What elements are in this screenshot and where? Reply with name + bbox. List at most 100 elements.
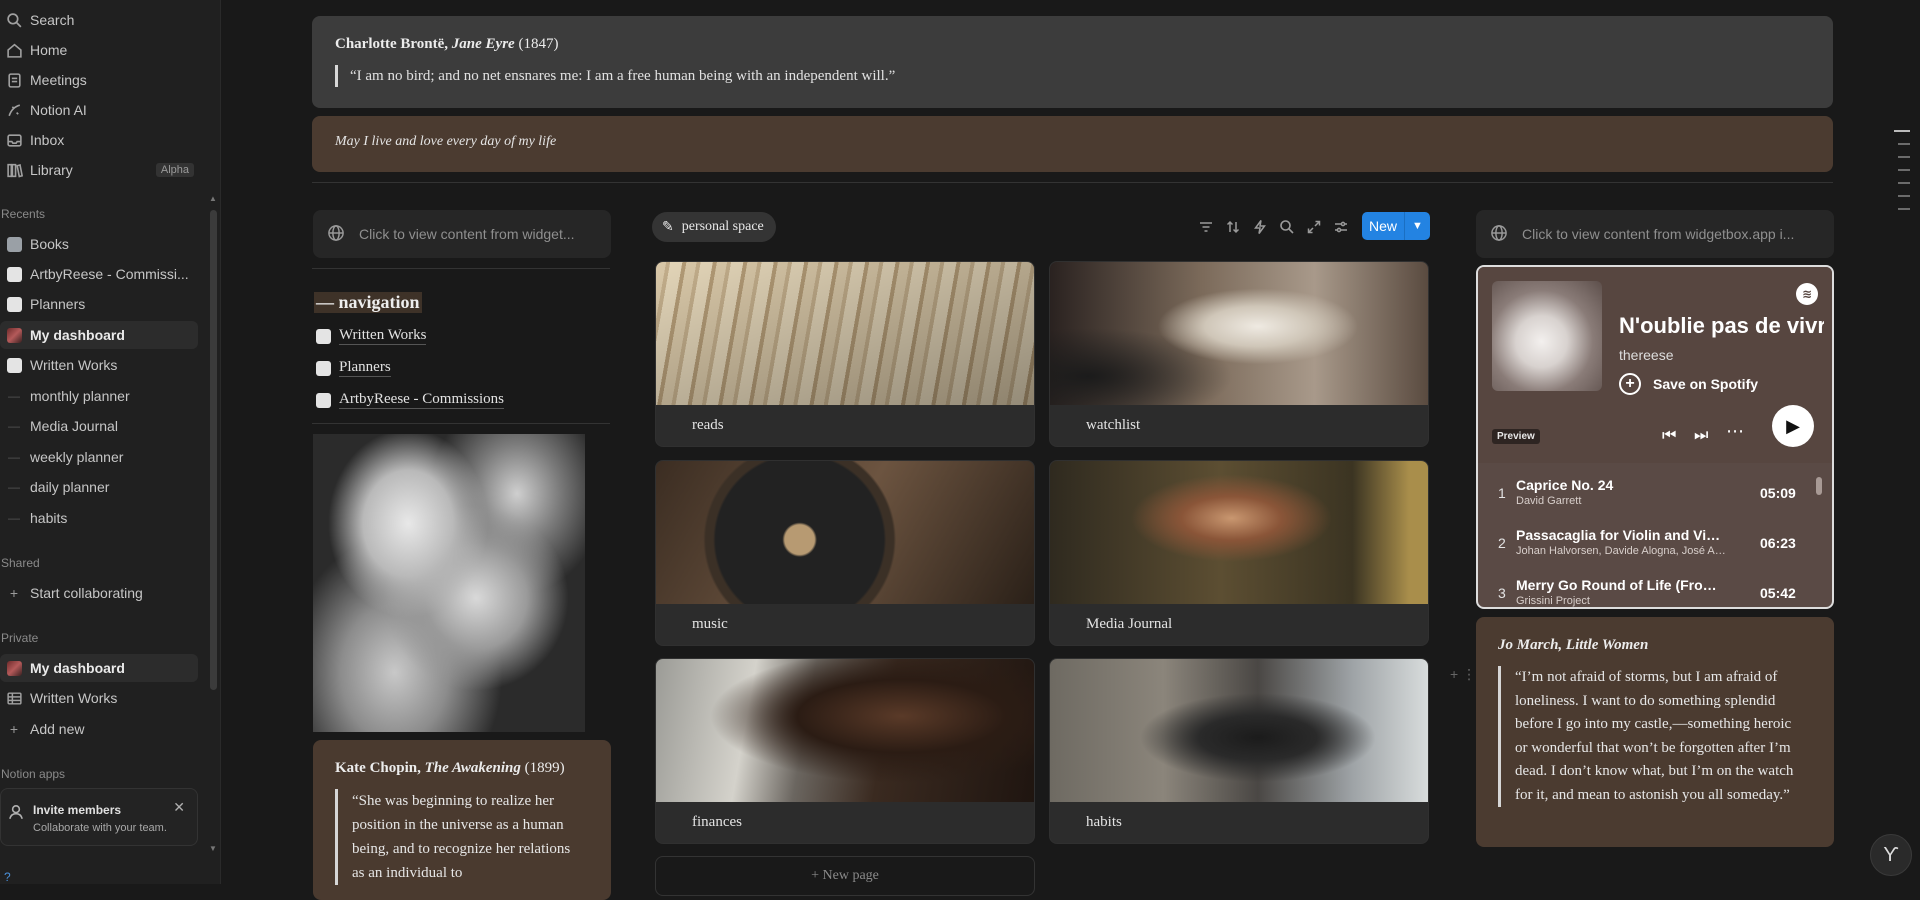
notion-ai-icon xyxy=(4,100,24,120)
widget-embed-right[interactable]: Click to view content from widgetbox.app… xyxy=(1476,210,1834,258)
meetings-icon xyxy=(4,70,24,90)
alpha-badge: Alpha xyxy=(155,163,194,177)
sidebar-item-artbyreese[interactable]: ArtbyReese - Commissi... xyxy=(0,260,198,288)
invite-members-card[interactable]: Invite members Collaborate with your tea… xyxy=(0,788,198,846)
card-cover-image xyxy=(656,262,1034,405)
sidebar-item-private-written-works[interactable]: Written Works xyxy=(0,684,198,712)
next-track-icon[interactable]: ⏭ xyxy=(1694,427,1708,445)
settings-sliders-icon[interactable] xyxy=(1332,218,1350,236)
notion-apps-heading: Notion apps xyxy=(1,767,66,781)
automation-icon[interactable] xyxy=(1251,218,1269,236)
sidebar-item-written-works[interactable]: Written Works xyxy=(0,351,198,379)
outline-marker[interactable] xyxy=(1898,195,1910,197)
nav-link-label: Written Works xyxy=(339,327,427,345)
gallery-card-habits[interactable]: habits xyxy=(1049,658,1429,844)
card-label: watchlist xyxy=(1086,417,1141,433)
gallery-card-finances[interactable]: finances xyxy=(655,658,1035,844)
save-label: Save on Spotify xyxy=(1653,376,1759,392)
nav-link-artbyreese[interactable]: ArtbyReese - Commissions xyxy=(316,391,504,409)
gallery-card-reads[interactable]: reads xyxy=(655,261,1035,447)
personal-space-tab[interactable]: ✎ personal space xyxy=(652,212,776,242)
widget-embed-text: Click to view content from widget... xyxy=(359,226,575,242)
card-cover-image xyxy=(1050,262,1428,405)
play-icon[interactable]: ▶ xyxy=(1772,405,1814,447)
sidebar-item-label: Planners xyxy=(30,296,86,312)
globe-icon xyxy=(1490,224,1522,245)
gallery-card-music[interactable]: music xyxy=(655,460,1035,646)
scroll-up-arrow[interactable]: ▲ xyxy=(209,194,217,203)
spotify-logo-icon[interactable]: ≋ xyxy=(1796,283,1818,305)
outline-marker[interactable] xyxy=(1898,143,1910,145)
chevron-down-icon[interactable]: ▼ xyxy=(1405,220,1430,232)
outline-marker[interactable] xyxy=(1898,182,1910,184)
scroll-down-arrow[interactable]: ▼ xyxy=(209,844,217,853)
outline-marker[interactable] xyxy=(1894,130,1910,132)
widget-embed-left[interactable]: Click to view content from widget... xyxy=(313,210,611,258)
sidebar-item-label: habits xyxy=(30,510,68,526)
sort-icon[interactable] xyxy=(1224,218,1242,236)
save-on-spotify-button[interactable]: + Save on Spotify xyxy=(1619,373,1758,395)
sidebar-item-label: Written Works xyxy=(30,690,118,706)
new-button[interactable]: New ▼ xyxy=(1362,212,1430,240)
gallery-card-watchlist[interactable]: watchlist xyxy=(1049,261,1429,447)
divider xyxy=(312,423,610,424)
start-collaborating-button[interactable]: + Start collaborating xyxy=(0,579,198,607)
sidebar-item-meetings[interactable]: Meetings xyxy=(0,66,198,94)
sidebar-item-label: Home xyxy=(30,42,68,58)
notion-ai-assistant-icon[interactable]: ϒ xyxy=(1870,834,1912,876)
sidebar-item-notion-ai[interactable]: Notion AI xyxy=(0,96,198,124)
track-row[interactable]: 1 Caprice No. 24 David Garrett 05:09 xyxy=(1478,463,1832,513)
sidebar: Search Home Meetings Notion AI Inbox Lib… xyxy=(0,0,221,884)
sidebar-item-home[interactable]: Home xyxy=(0,36,198,64)
sidebar-item-label: Written Works xyxy=(30,357,118,373)
sidebar-item-my-dashboard[interactable]: My dashboard xyxy=(0,321,198,349)
track-row[interactable]: 2 Passacaglia for Violin and Viola Johan… xyxy=(1478,513,1832,563)
page-icon xyxy=(4,355,24,375)
sidebar-item-label: Media Journal xyxy=(30,418,118,434)
page-icon xyxy=(316,360,331,376)
dash-icon: — xyxy=(8,419,20,433)
quote-text: “I am no bird; and no net ensnares me: I… xyxy=(335,65,1833,87)
sidebar-item-library[interactable]: Library Alpha xyxy=(0,156,198,184)
outline-marker[interactable] xyxy=(1898,169,1910,171)
book-icon xyxy=(4,234,24,254)
table-icon xyxy=(4,688,24,708)
sidebar-item-label: Inbox xyxy=(30,132,65,148)
sidebar-item-monthly-planner[interactable]: — monthly planner xyxy=(0,382,198,410)
sidebar-item-media-journal[interactable]: — Media Journal xyxy=(0,412,198,440)
motto-text: May I live and love every day of my life xyxy=(335,134,557,149)
tracklist-scrollbar[interactable] xyxy=(1816,477,1822,495)
track-row[interactable]: 3 Merry Go Round of Life (From Howl's Mo… xyxy=(1478,563,1832,607)
sidebar-item-inbox[interactable]: Inbox xyxy=(0,126,198,154)
new-button-label: New xyxy=(1368,218,1397,234)
plus-icon: + xyxy=(9,585,19,601)
nav-link-label: ArtbyReese - Commissions xyxy=(339,391,504,409)
search-icon[interactable] xyxy=(1278,218,1296,236)
sidebar-item-label: Meetings xyxy=(30,72,87,88)
help-link-icon[interactable]: ? xyxy=(4,870,18,884)
track-number: 3 xyxy=(1498,585,1506,601)
filter-icon[interactable] xyxy=(1197,218,1215,236)
expand-icon[interactable] xyxy=(1305,218,1323,236)
dash-icon: — xyxy=(8,480,20,494)
close-icon[interactable]: ✕ xyxy=(173,799,185,816)
nav-link-written-works[interactable]: Written Works xyxy=(316,327,427,345)
add-new-button[interactable]: + Add new xyxy=(0,715,198,743)
quote-text: “I’m not afraid of storms, but I am afra… xyxy=(1498,666,1800,807)
new-page-button[interactable]: + New page xyxy=(655,856,1035,896)
outline-marker[interactable] xyxy=(1898,156,1910,158)
gallery-card-media-journal[interactable]: Media Journal xyxy=(1049,460,1429,646)
nav-link-planners[interactable]: Planners xyxy=(316,359,391,377)
sidebar-item-private-my-dashboard[interactable]: My dashboard xyxy=(0,654,198,682)
sidebar-item-weekly-planner[interactable]: — weekly planner xyxy=(0,443,198,471)
outline-marker[interactable] xyxy=(1898,208,1910,210)
sidebar-item-planners[interactable]: Planners xyxy=(0,290,198,318)
previous-track-icon[interactable]: ⏮ xyxy=(1662,427,1676,445)
sidebar-item-search[interactable]: Search xyxy=(0,6,198,34)
sidebar-item-daily-planner[interactable]: — daily planner xyxy=(0,473,198,501)
card-label: music xyxy=(692,616,728,632)
more-options-icon[interactable]: ⋯ xyxy=(1726,421,1744,442)
sidebar-scrollbar[interactable] xyxy=(210,210,217,690)
sidebar-item-habits[interactable]: — habits xyxy=(0,504,198,532)
sidebar-item-books[interactable]: Books xyxy=(0,230,198,258)
